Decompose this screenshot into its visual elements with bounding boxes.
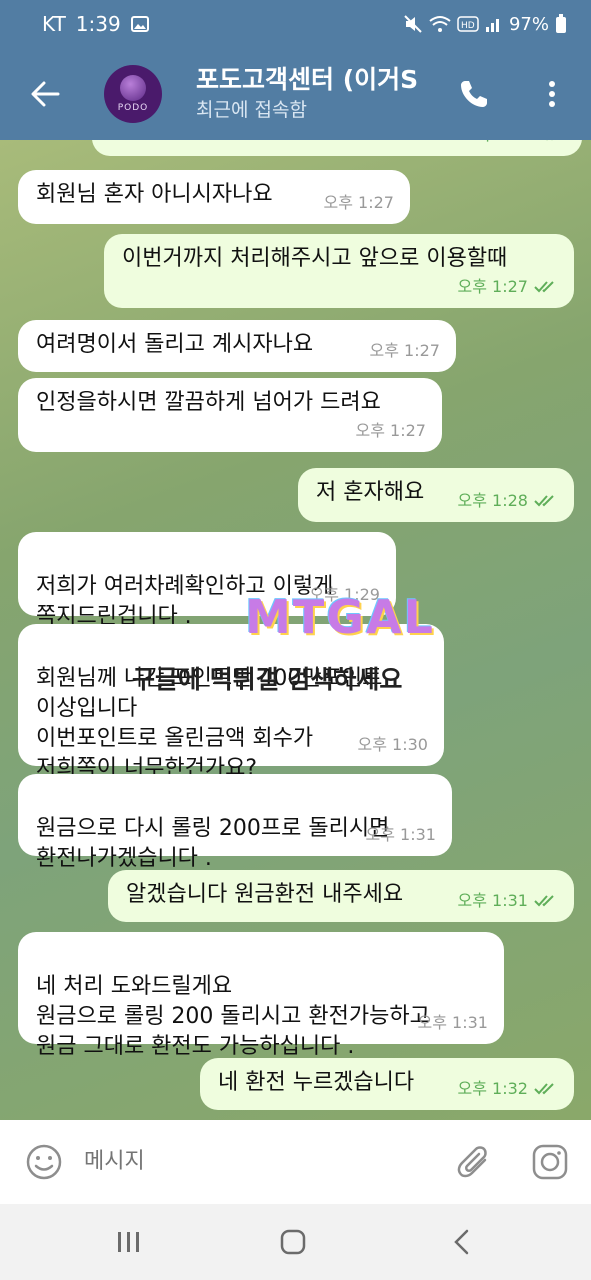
message-text: 네 환전 누르겠습니다 <box>218 1070 415 1095</box>
chat-header: PODO 포도고객센터 (이거S 최근에 접속함 <box>0 48 591 140</box>
recent-apps-button[interactable] <box>112 1226 146 1258</box>
message-text: 네 처리 도와드릴게요 원금으로 롤링 200 돌리시고 환전가능하고 원금 그… <box>36 974 430 1059</box>
smiley-icon <box>26 1144 62 1180</box>
double-check-icon <box>534 281 554 293</box>
message-bubble[interactable]: 이번거까지 처리해주시고 앞으로 이용할때 오후 1:27 <box>104 234 574 308</box>
chat-title-block[interactable]: 포도고객센터 (이거S 최근에 접속함 <box>196 64 466 124</box>
message-bubble[interactable]: 알겠습니다 원금환전 내주세요 오후 1:31 <box>108 870 574 922</box>
message-bubble[interactable]: 인정을하시면 깔끔하게 넘어가 드려요 오후 1:27 <box>18 378 442 452</box>
back-button[interactable] <box>0 48 90 140</box>
status-bar: KT 1:39 HD 97% <box>0 0 591 48</box>
mute-icon <box>403 14 423 34</box>
avatar[interactable]: PODO <box>104 65 162 123</box>
message-text: 이번거까지 처리해주시고 앞으로 이용할때 <box>122 246 508 271</box>
camera-button[interactable] <box>528 1140 572 1184</box>
message-bubble[interactable]: 저희가 여러차례확인하고 이렇게 쪽지드린겁니다 . 오후 1:29 <box>18 532 396 629</box>
message-time: 오후 1:30 <box>357 735 428 754</box>
double-check-icon <box>534 895 554 907</box>
message-bubble[interactable]: 여려명이서 돌리고 계시자나요 오후 1:27 <box>18 320 456 372</box>
instagram-camera-icon <box>532 1144 568 1180</box>
avatar-logo-text: PODO <box>117 103 149 113</box>
emoji-button[interactable] <box>22 1140 66 1184</box>
hd-icon: HD <box>457 16 479 32</box>
message-time: 오후 1:31 <box>365 825 436 844</box>
message-time: 오후 1:28 <box>457 491 528 510</box>
message-text: 저 혼자해요 <box>316 480 425 505</box>
message-time: 오후 1:32 <box>457 1079 528 1098</box>
message-text: 회원님 혼자 아니시자나요 <box>36 182 273 207</box>
message-bubble[interactable]: 회원님 혼자 아니시자나요 오후 1:27 <box>18 170 410 224</box>
battery-icon <box>555 14 567 34</box>
composer <box>0 1120 591 1204</box>
home-button[interactable] <box>276 1226 310 1258</box>
arrow-left-icon <box>31 81 60 107</box>
recent-apps-icon <box>118 1232 139 1252</box>
message-bubble[interactable]: 원금으로 다시 롤링 200프로 돌리시면 환전나가겠습니다 . 오후 1:31 <box>18 774 452 871</box>
carrier-label: KT <box>42 12 66 36</box>
message-time: 오후 1:27 <box>369 341 440 360</box>
message-bubble[interactable]: 네 환전 누르겠습니다 오후 1:32 <box>200 1058 574 1110</box>
attach-button[interactable] <box>452 1140 496 1184</box>
message-time: 오후 1:27 <box>355 421 426 440</box>
message-time: 오후 1:27 <box>323 193 394 212</box>
signal-icon <box>485 15 503 33</box>
message-time: 오후 1:29 <box>309 585 380 604</box>
message-text: 원금으로 다시 롤링 200프로 돌리시면 환전나가겠습니다 . <box>36 816 390 871</box>
message-time: 오후 1:27 <box>457 277 528 296</box>
system-nav-bar <box>0 1204 591 1280</box>
message-bubble[interactable]: 저 혼자해요 오후 1:28 <box>298 468 574 522</box>
chat-title: 포도고객센터 (이거S <box>196 65 419 94</box>
paperclip-icon <box>457 1146 487 1178</box>
call-button[interactable] <box>452 72 496 116</box>
svg-text:HD: HD <box>461 21 475 31</box>
more-vertical-icon <box>549 81 555 107</box>
message-bubble[interactable]: 오후 1:27 <box>92 140 582 156</box>
message-bubble[interactable]: 네 처리 도와드릴게요 원금으로 롤링 200 돌리시고 환전가능하고 원금 그… <box>18 932 504 1059</box>
gallery-icon <box>130 16 149 32</box>
double-check-icon <box>534 495 554 507</box>
more-options-button[interactable] <box>530 72 574 116</box>
wifi-icon <box>429 15 451 33</box>
double-check-icon <box>546 140 553 141</box>
message-time: 오후 1:31 <box>417 1013 488 1032</box>
message-list[interactable]: 오후 1:27 회원님 혼자 아니시자나요 오후 1:27 이번거까지 처리해주… <box>0 140 591 1120</box>
message-text: 알겠습니다 원금환전 내주세요 <box>126 882 404 907</box>
grape-logo-icon <box>120 75 146 101</box>
home-icon <box>280 1229 306 1255</box>
double-check-icon <box>534 1083 554 1095</box>
clock: 1:39 <box>75 12 121 36</box>
message-time: 오후 1:27 <box>466 140 536 150</box>
message-input[interactable] <box>84 1140 424 1184</box>
system-back-button[interactable] <box>444 1226 478 1258</box>
message-text: 여려명이서 돌리고 계시자나요 <box>36 332 314 357</box>
message-text: 인정을하시면 깔끔하게 넘어가 드려요 <box>36 390 381 415</box>
chevron-left-icon <box>454 1229 469 1255</box>
watermark-caption: 구글에 먹튀갤 검색하세요 <box>132 665 403 694</box>
message-time: 오후 1:31 <box>457 891 528 910</box>
battery-percent: 97% <box>508 13 549 35</box>
message-text: 저희가 여러차례확인하고 이렇게 쪽지드린겁니다 . <box>36 574 334 629</box>
last-seen-status: 최근에 접속함 <box>196 99 307 121</box>
phone-icon <box>461 81 487 107</box>
